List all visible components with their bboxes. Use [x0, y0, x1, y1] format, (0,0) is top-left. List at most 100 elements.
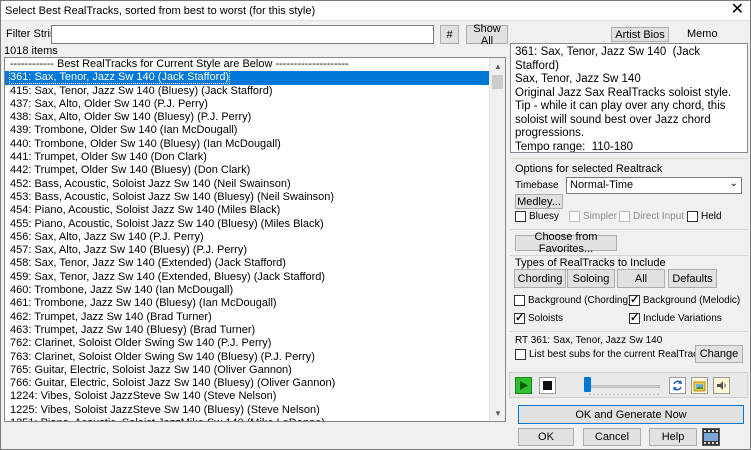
list-item-label: 452: Bass, Acoustic, Soloist Jazz Sw 140… [10, 177, 291, 190]
ok-generate-button[interactable]: OK and Generate Now [518, 405, 744, 424]
bg-melodic-checkbox[interactable]: Background (Melodic) [629, 293, 740, 306]
audio-button[interactable] [713, 377, 730, 394]
list-item-label: 458: Sax, Tenor, Jazz Sw 140 (Extended) … [10, 257, 286, 270]
chording-button[interactable]: Chording [514, 269, 566, 288]
memo-line: Tempo range: 110-180 [515, 140, 634, 153]
bg-chording-checkbox[interactable]: Background (Chording) [514, 295, 631, 306]
realtracks-list[interactable]: ------------ Best RealTracks for Current… [4, 57, 506, 422]
list-item[interactable]: 440: Trombone, Older Sw 140 (Bluesy) (Ia… [5, 138, 491, 151]
held-checkbox[interactable]: Held [687, 211, 722, 222]
list-item-label: 460: Trombone, Jazz Sw 140 (Ian McDougal… [10, 284, 234, 297]
list-rows: ------------ Best RealTracks for Current… [5, 58, 491, 421]
favorites-divider [510, 229, 748, 230]
list-item[interactable]: 442: Trumpet, Older Sw 140 (Bluesy) (Don… [5, 164, 491, 177]
include-variations-checkbox[interactable]: Include Variations [629, 311, 722, 324]
soloing-button[interactable]: Soloing [567, 269, 615, 288]
list-item[interactable]: 457: Sax, Alto, Jazz Sw 140 (Bluesy) (P.… [5, 244, 491, 257]
list-item-label: 437: Sax, Alto, Older Sw 140 (P.J. Perry… [10, 97, 208, 110]
defaults-button[interactable]: Defaults [668, 269, 717, 288]
open-file-button[interactable] [691, 377, 708, 394]
choose-favorites-button[interactable]: Choose from Favorites... [515, 231, 617, 255]
list-item[interactable]: 766: Guitar, Electric, Soloist Jazz Sw 1… [5, 377, 491, 390]
list-item[interactable]: 462: Trumpet, Jazz Sw 140 (Brad Turner) [5, 311, 491, 324]
stop-button[interactable] [539, 377, 556, 394]
list-item-label: 439: Trombone, Older Sw 140 (Ian McDouga… [10, 124, 238, 137]
film-strip-icon[interactable] [702, 428, 720, 446]
list-item[interactable]: 452: Bass, Acoustic, Soloist Jazz Sw 140… [5, 178, 491, 191]
list-item-label: 763: Clarinet, Soloist Older Swing Sw 14… [10, 350, 315, 363]
simpler-label: Simpler [583, 211, 617, 222]
list-item[interactable]: 441: Trumpet, Older Sw 140 (Don Clark) [5, 151, 491, 164]
list-scrollbar[interactable]: ▲ ▼ [489, 58, 505, 421]
folder-image-icon [693, 381, 706, 392]
list-item[interactable]: 762: Clarinet, Soloist Older Swing Sw 14… [5, 337, 491, 350]
close-icon[interactable]: ✕ [731, 2, 744, 18]
options-divider [510, 158, 748, 159]
scroll-down-icon[interactable]: ▼ [490, 405, 505, 421]
change-button[interactable]: Change [695, 345, 743, 363]
list-item[interactable]: 461: Trombone, Jazz Sw 140 (Bluesy) (Ian… [5, 297, 491, 310]
list-header-row: ------------ Best RealTracks for Current… [5, 58, 491, 71]
list-item[interactable]: 458: Sax, Tenor, Jazz Sw 140 (Extended) … [5, 257, 491, 270]
list-subs-checkbox[interactable]: List best subs for the current RealTrack… [515, 349, 708, 360]
list-item-label: 463: Trumpet, Jazz Sw 140 (Bluesy) (Brad… [10, 323, 256, 336]
direct-input-label: Direct Input [633, 211, 685, 222]
refresh-button[interactable] [669, 377, 686, 394]
list-item[interactable]: 415: Sax, Tenor, Jazz Sw 140 (Bluesy) (J… [5, 85, 491, 98]
list-item[interactable]: 454: Piano, Acoustic, Soloist Jazz Sw 14… [5, 204, 491, 217]
dialog-window: Select Best RealTracks, sorted from best… [0, 0, 751, 450]
speaker-icon [717, 381, 726, 390]
artist-bios-button[interactable]: Artist Bios [611, 27, 669, 42]
bluesy-label: Bluesy [529, 211, 560, 222]
memo-box[interactable]: 361: Sax, Tenor, Jazz Sw 140 (Jack Staff… [510, 43, 748, 153]
film-strip-graphic [703, 429, 719, 445]
medley-button[interactable]: Medley... [515, 194, 563, 209]
list-item[interactable]: 459: Sax, Tenor, Jazz Sw 140 (Extended, … [5, 271, 491, 284]
list-item-label: 454: Piano, Acoustic, Soloist Jazz Sw 14… [10, 204, 281, 217]
help-button[interactable]: Help [649, 428, 697, 446]
hash-button[interactable]: # [440, 25, 459, 44]
list-item[interactable]: 763: Clarinet, Soloist Older Swing Sw 14… [5, 351, 491, 364]
list-item[interactable]: 453: Bass, Acoustic, Soloist Jazz Sw 140… [5, 191, 491, 204]
memo-text: 361: Sax, Tenor, Jazz Sw 140 (Jack Staff… [515, 46, 743, 153]
ok-button[interactable]: OK [518, 428, 574, 446]
types-divider [510, 255, 748, 256]
list-item-label: 453: Bass, Acoustic, Soloist Jazz Sw 140… [10, 190, 335, 203]
all-button[interactable]: All [617, 269, 665, 288]
bluesy-checkbox[interactable]: Bluesy [515, 211, 559, 222]
list-item-label: 766: Guitar, Electric, Soloist Jazz Sw 1… [10, 377, 336, 390]
list-item[interactable]: 463: Trumpet, Jazz Sw 140 (Bluesy) (Brad… [5, 324, 491, 337]
bg-chording-label: Background (Chording) [528, 295, 632, 306]
direct-input-checkbox[interactable]: Direct Input [619, 211, 684, 222]
list-item[interactable]: 1224: Vibes, Soloist JazzSteve Sw 140 (S… [5, 390, 491, 403]
list-item[interactable]: 1225: Vibes, Soloist JazzSteve Sw 140 (B… [5, 404, 491, 417]
cancel-button[interactable]: Cancel [583, 428, 641, 446]
simpler-checkbox[interactable]: Simpler [569, 211, 617, 222]
list-item[interactable]: 455: Piano, Acoustic, Soloist Jazz Sw 14… [5, 218, 491, 231]
list-item-label: 461: Trombone, Jazz Sw 140 (Bluesy) (Ian… [10, 297, 277, 310]
position-slider-track[interactable] [584, 385, 660, 388]
list-item[interactable]: 460: Trombone, Jazz Sw 140 (Ian McDougal… [5, 284, 491, 297]
list-item[interactable]: 437: Sax, Alto, Older Sw 140 (P.J. Perry… [5, 98, 491, 111]
window-title: Select Best RealTracks, sorted from best… [5, 5, 316, 17]
bg-chording-box [514, 295, 525, 306]
list-item[interactable]: 361: Sax, Tenor, Jazz Sw 140 (Jack Staff… [5, 70, 491, 85]
timebase-select[interactable]: Normal-Time ⌄ [566, 177, 742, 194]
list-item[interactable]: 456: Sax, Alto, Jazz Sw 140 (P.J. Perry) [5, 231, 491, 244]
list-item[interactable]: 1251: Piano, Acoustic, Soloist JazzMike … [5, 417, 491, 421]
list-item[interactable]: 765: Guitar, Electric, Soloist Jazz Sw 1… [5, 364, 491, 377]
play-button[interactable] [515, 377, 532, 394]
list-item[interactable]: 439: Trombone, Older Sw 140 (Ian McDouga… [5, 124, 491, 137]
scroll-up-icon[interactable]: ▲ [490, 58, 505, 74]
list-item[interactable]: 438: Sax, Alto, Older Sw 140 (Bluesy) (P… [5, 111, 491, 124]
chevron-down-icon: ⌄ [729, 178, 738, 189]
list-item-label: 459: Sax, Tenor, Jazz Sw 140 (Extended, … [10, 270, 326, 283]
timebase-label: Timebase [515, 180, 559, 191]
list-header-text: ------------ Best RealTracks for Current… [10, 58, 349, 70]
filter-input[interactable] [51, 25, 434, 44]
soloists-checkbox[interactable]: Soloists [514, 311, 563, 324]
list-item-label: 438: Sax, Alto, Older Sw 140 (Bluesy) (P… [10, 111, 252, 124]
scroll-thumb[interactable] [492, 75, 503, 89]
show-all-button[interactable]: Show All [466, 23, 508, 47]
position-slider-thumb[interactable] [584, 377, 591, 392]
